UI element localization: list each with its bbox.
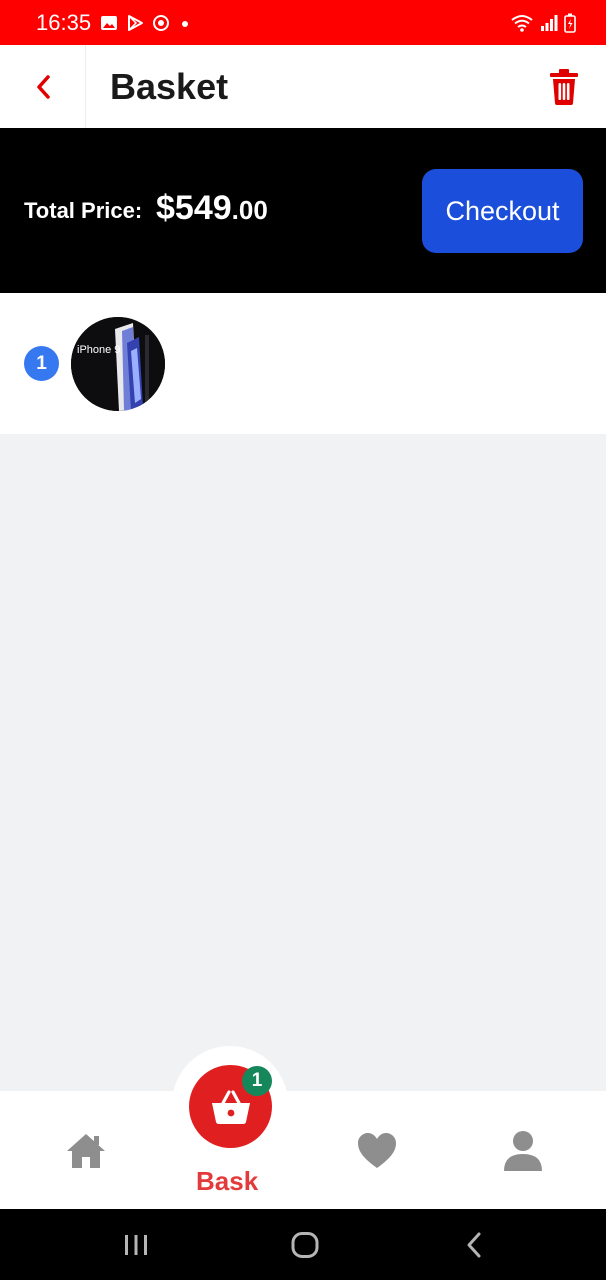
recents-button[interactable] bbox=[122, 1231, 150, 1264]
basket-icon bbox=[211, 1089, 250, 1124]
heart-icon bbox=[358, 1133, 396, 1168]
cart-count-badge: 1 bbox=[242, 1066, 272, 1096]
back-icon bbox=[467, 1232, 481, 1258]
system-nav-bar bbox=[0, 1209, 606, 1280]
nav-basket-label: Bask bbox=[196, 1166, 259, 1196]
checkout-button[interactable]: Checkout bbox=[422, 169, 583, 253]
recents-icon bbox=[125, 1235, 147, 1255]
nav-favorites[interactable] bbox=[357, 1132, 397, 1170]
total-summary-bar: Total Price: $549.00 Checkout bbox=[0, 128, 606, 293]
product-thumbnail[interactable]: iPhone 9 bbox=[71, 317, 165, 411]
total-price-value: $549.00 bbox=[156, 186, 268, 237]
home-icon bbox=[67, 1134, 105, 1168]
app-bar: Basket bbox=[0, 45, 606, 128]
price-dollars: $549 bbox=[156, 189, 232, 227]
battery-charging-icon bbox=[564, 13, 576, 33]
status-notification-icons bbox=[100, 12, 192, 34]
signal-icon bbox=[541, 15, 558, 31]
total-price-label: Total Price: bbox=[24, 198, 143, 223]
trash-icon bbox=[550, 69, 578, 105]
status-time: 16:35 bbox=[36, 10, 92, 35]
quantity-badge: 1 bbox=[24, 346, 59, 381]
sync-icon bbox=[153, 15, 169, 31]
system-home-button[interactable] bbox=[290, 1231, 320, 1264]
nav-profile[interactable] bbox=[503, 1130, 543, 1172]
user-icon bbox=[504, 1131, 542, 1171]
system-back-button[interactable] bbox=[462, 1231, 486, 1264]
nav-home[interactable] bbox=[65, 1130, 107, 1172]
page-title: Basket bbox=[110, 66, 229, 107]
product-image: iPhone 9 bbox=[71, 317, 165, 411]
play-store-icon bbox=[128, 15, 143, 31]
basket-item-list: 1 iPhone 9 bbox=[0, 293, 606, 434]
product-thumbnail-text: iPhone 9 bbox=[77, 344, 120, 356]
back-button[interactable] bbox=[0, 45, 86, 128]
price-cents: .00 bbox=[231, 195, 268, 225]
wifi-icon bbox=[511, 15, 533, 32]
clear-basket-button[interactable] bbox=[548, 69, 580, 105]
chevron-left-icon bbox=[36, 74, 50, 99]
status-system-icons bbox=[510, 12, 576, 34]
gallery-icon bbox=[101, 16, 117, 30]
dot-icon bbox=[182, 21, 188, 27]
home-circle-icon bbox=[291, 1232, 319, 1258]
status-bar: 16:35 bbox=[0, 0, 606, 45]
